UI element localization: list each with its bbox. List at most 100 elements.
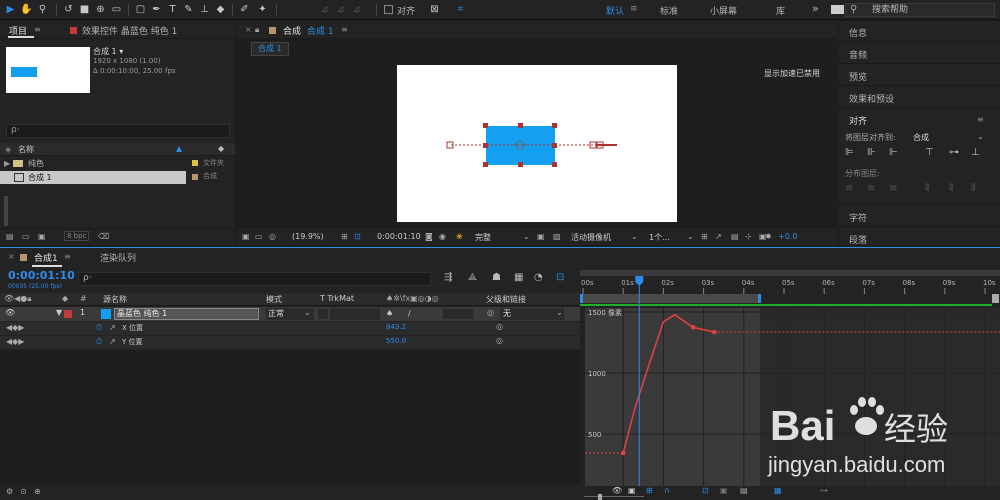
easy-ease-icon[interactable]: ⊶	[820, 486, 828, 495]
trkmat-select[interactable]	[330, 308, 380, 320]
zoom-tool-icon[interactable]: ⚲	[36, 3, 49, 16]
distribute-top-icon[interactable]: ≡	[845, 183, 853, 194]
shy-switch-icon[interactable]: ♠	[386, 309, 393, 318]
pick-whip-icon[interactable]: ◎	[487, 308, 494, 317]
hold-keyframe-icon[interactable]: ▦	[774, 486, 782, 495]
character-panel-tab[interactable]: 字符	[849, 211, 867, 224]
viewer-timecode[interactable]: 0:00:01:10	[377, 232, 421, 241]
search-panel-icon[interactable]	[831, 5, 844, 14]
parent-select[interactable]: 无	[500, 308, 564, 320]
hand-tool-icon[interactable]: ✋	[20, 3, 33, 16]
close-tab-icon[interactable]: ×	[8, 252, 15, 261]
interpret-footage-icon[interactable]: ▤	[6, 232, 14, 241]
lock-icon[interactable]: 🔒︎	[255, 25, 259, 35]
snap-graph-icon[interactable]: ∩	[664, 486, 670, 495]
layer-handle[interactable]	[552, 123, 557, 128]
layer-handle[interactable]	[518, 162, 523, 167]
project-item-comp[interactable]: 合成 1	[0, 171, 186, 184]
safe-zones-icon[interactable]: ⊞	[341, 232, 348, 241]
frame-blending-icon[interactable]: ▦	[514, 272, 523, 283]
layer-handle[interactable]	[483, 162, 488, 167]
exposure-icon[interactable]: ✹	[765, 232, 772, 241]
selection-tool-icon[interactable]: ▶	[4, 3, 17, 16]
chevron-down-icon[interactable]: ⌄	[556, 308, 563, 317]
expand-arrow-icon[interactable]: ▶	[4, 157, 10, 170]
panel-menu-icon[interactable]: ≡	[341, 25, 348, 34]
snap-icon[interactable]: ⊠	[428, 3, 441, 16]
comp-dropdown-icon[interactable]: ▾	[119, 47, 123, 56]
comp-subtab[interactable]: 合成 1	[251, 42, 289, 56]
effects-presets-panel-tab[interactable]: 效果和预设	[849, 92, 894, 105]
tab-composition-name[interactable]: 合成 1	[307, 24, 334, 37]
property-row-y-position[interactable]: ◀◆▶ ⏱︎ ↗ Y 位置 550.0 ◎	[0, 336, 580, 349]
toggle-pixel-aspect-icon[interactable]: ⊞	[701, 232, 708, 241]
fast-previews-icon[interactable]: ▣	[537, 232, 545, 241]
project-search-input[interactable]: ρ·	[6, 124, 230, 138]
zoom-select[interactable]: (19.9%)	[292, 232, 324, 241]
align-hcenter-icon[interactable]: ⊪	[867, 147, 876, 158]
align-left-icon[interactable]: ⊫	[845, 147, 854, 158]
draft-3d-icon[interactable]: ⟁	[468, 272, 477, 283]
track-matte-toggle[interactable]	[318, 309, 328, 319]
shy-layers-icon[interactable]: ☗	[492, 272, 501, 283]
more-workspaces-button[interactable]: »	[812, 2, 819, 15]
eraser-tool-icon[interactable]: ◆	[214, 3, 227, 16]
layer-handle[interactable]	[483, 143, 488, 148]
sort-ascending-icon[interactable]: ▲	[176, 144, 182, 153]
color-channels-icon[interactable]: ❀	[456, 232, 463, 241]
local-axis-icon[interactable]: ⊿	[318, 3, 331, 16]
flowchart-icon[interactable]: ⊹	[745, 232, 752, 241]
zoom-slider-thumb[interactable]	[598, 494, 602, 500]
panel-menu-icon[interactable]: ≡	[34, 25, 41, 34]
align-bottom-icon[interactable]: ⊥	[971, 147, 980, 158]
bit-depth-button[interactable]: 8 bpc	[64, 231, 90, 241]
world-axis-icon[interactable]: ⊿	[334, 3, 347, 16]
panel-menu-icon[interactable]: ≡	[977, 115, 984, 124]
tab-timeline-comp[interactable]: 合成1	[34, 251, 58, 264]
graph-icon[interactable]: ↗	[109, 323, 116, 332]
brush-tool-icon[interactable]: ✎	[182, 3, 195, 16]
zoom-slider[interactable]	[584, 494, 644, 500]
pick-whip-icon[interactable]: ◎	[496, 322, 503, 331]
layer-handle[interactable]	[552, 162, 557, 167]
pen-tool-icon[interactable]: ✒	[150, 3, 163, 16]
monitor-icon[interactable]: ▭	[255, 232, 263, 241]
info-panel-tab[interactable]: 信息	[849, 26, 867, 39]
parent-header[interactable]: 父级和链接	[486, 294, 526, 305]
tab-composition[interactable]: 合成	[283, 24, 301, 37]
comp-mini-flowchart-icon[interactable]: ⇶	[444, 272, 452, 283]
property-value[interactable]: 843.2	[386, 323, 406, 331]
resolution-select[interactable]: 完整	[475, 232, 491, 243]
audio-panel-tab[interactable]: 音频	[849, 48, 867, 61]
show-snapshot-icon[interactable]: ◉	[439, 232, 446, 241]
layer-handle[interactable]	[518, 123, 523, 128]
workspace-menu-icon[interactable]: ≡	[630, 4, 638, 14]
chevron-down-icon[interactable]: ⌄	[631, 232, 638, 241]
layer-label-color[interactable]	[64, 310, 72, 318]
preview-panel-tab[interactable]: 预览	[849, 70, 867, 83]
region-of-interest-icon[interactable]: ⊡	[354, 232, 361, 241]
workspace-small-screen[interactable]: 小屏幕	[710, 4, 737, 17]
name-column-header[interactable]: 名称	[18, 144, 34, 155]
workspace-library[interactable]: 库	[776, 4, 785, 17]
chevron-down-icon[interactable]: ⌄	[304, 308, 311, 317]
visibility-eye-icon[interactable]: 👁︎	[5, 308, 15, 317]
snapshot-icon[interactable]: ◎	[269, 232, 276, 241]
keyframe-navigator-icon[interactable]: ◀◆▶	[6, 323, 24, 332]
align-to-select[interactable]: 合成	[913, 132, 929, 143]
transform-box-icon[interactable]: ⊞	[646, 486, 653, 495]
chevron-down-icon[interactable]: ⌄	[523, 232, 530, 241]
tab-effect-controls[interactable]: 效果控件 晶蓝色 纯色 1	[82, 24, 177, 37]
rotate-tool-icon[interactable]: ↺	[62, 3, 75, 16]
project-item-folder[interactable]: ▶ 纯色 文件夹	[0, 157, 235, 170]
layer-handle[interactable]	[552, 143, 557, 148]
new-comp-icon[interactable]: ▣	[38, 232, 46, 241]
camera-tool-icon[interactable]: ■	[78, 3, 91, 16]
timeline-link-icon[interactable]: ▤	[731, 232, 739, 241]
stopwatch-icon[interactable]: ⏱︎	[96, 323, 102, 333]
timeline-search-input[interactable]: ρ·	[78, 272, 431, 286]
align-vcenter-icon[interactable]: ⊶	[949, 147, 959, 158]
close-tab-icon[interactable]: ×	[245, 25, 252, 34]
tab-render-queue[interactable]: 渲染队列	[100, 251, 136, 264]
exposure-value[interactable]: +0.0	[778, 232, 797, 241]
